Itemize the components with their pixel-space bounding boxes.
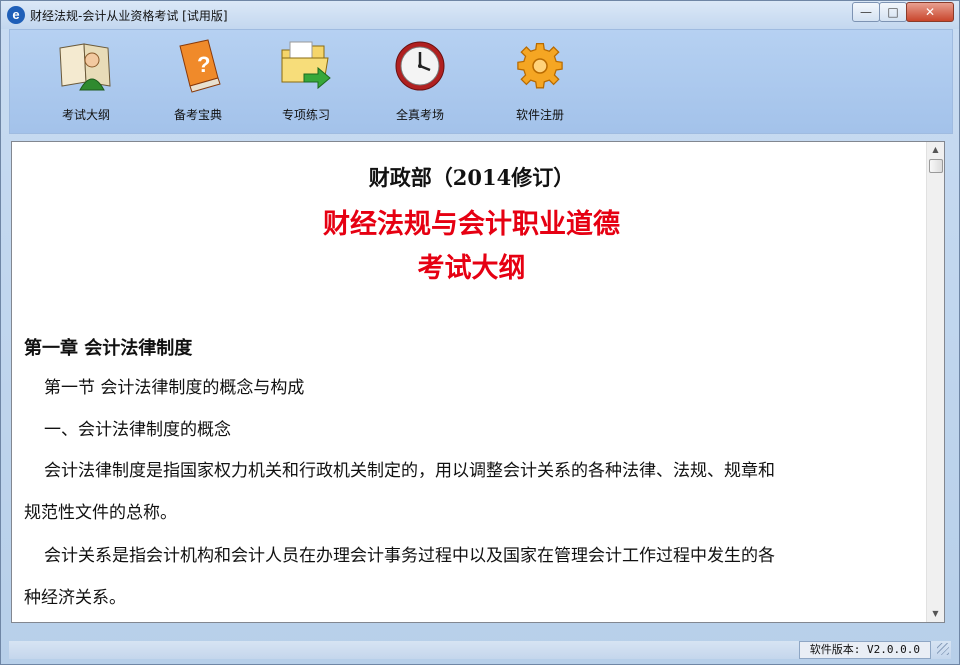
toolbar-label: 备考宝典 (173, 108, 222, 122)
gear-icon (517, 42, 563, 89)
svg-text:?: ? (197, 52, 210, 77)
doc-paragraph-line: 会计法律制度是指国家权力机关和行政机关制定的，用以调整会计关系的各种法律、法规、… (44, 461, 775, 481)
clock-icon (395, 41, 445, 91)
toolbar-register[interactable]: 软件注册 (500, 36, 580, 122)
version-label: 软件版本: V2.0.0.0 (798, 641, 931, 659)
doc-heading-subtitle: 考试大纲 (417, 253, 526, 284)
toolbar-practice[interactable]: 专项练习 (266, 36, 346, 122)
toolbar-label: 专项练习 (281, 108, 330, 122)
close-button[interactable]: ✕ (906, 2, 954, 22)
toolbar-exam-outline[interactable]: 考试大纲 (46, 36, 126, 122)
folder-arrow-icon (281, 41, 331, 90)
app-window: e 财经法规-会计从业资格考试 [试用版] — □ ✕ 考试大纲 ? 备考宝典 (0, 0, 960, 665)
app-logo-icon: e (7, 6, 25, 24)
main-toolbar: 考试大纲 ? 备考宝典 专项练习 全真考场 软件注册 (9, 29, 953, 134)
doc-section-title: 第一节 会计法律制度的概念与构成 (44, 378, 305, 398)
toolbar-label: 考试大纲 (61, 108, 110, 122)
doc-chapter-title: 第一章 会计法律制度 (24, 338, 193, 359)
minimize-button[interactable]: — (852, 2, 880, 22)
toolbar-study-guide[interactable]: ? 备考宝典 (158, 36, 238, 122)
vertical-scrollbar[interactable]: ▲ ▼ (926, 142, 944, 622)
window-title: 财经法规-会计从业资格考试 [试用版] (30, 9, 228, 23)
doc-paragraph-line: 会计关系是指会计机构和会计人员在办理会计事务过程中以及国家在管理会计工作过程中发… (44, 546, 775, 566)
toolbar-label: 全真考场 (395, 108, 444, 122)
scroll-thumb[interactable] (929, 159, 943, 173)
document-viewer[interactable]: 财政部（2014修订） 财经法规与会计职业道德 考试大纲 第一章 会计法律制度 … (11, 141, 945, 623)
question-book-icon: ? (179, 39, 221, 93)
doc-heading-title: 财经法规与会计职业道德 (323, 209, 620, 240)
toolbar-label: 软件注册 (515, 108, 564, 122)
toolbar-mock-exam[interactable]: 全真考场 (380, 36, 460, 122)
title-bar[interactable]: e 财经法规-会计从业资格考试 [试用版] — □ ✕ (1, 1, 959, 29)
doc-paragraph-line: 规范性文件的总称。 (24, 503, 177, 523)
scroll-down-icon[interactable]: ▼ (927, 606, 944, 622)
doc-paragraph-line: 种经济关系。 (24, 588, 126, 608)
book-person-icon (59, 43, 111, 91)
status-bar: 软件版本: V2.0.0.0 (9, 641, 951, 659)
maximize-button[interactable]: □ (879, 2, 907, 22)
doc-heading-publisher: 财政部（2014修订） (368, 165, 575, 190)
scroll-up-icon[interactable]: ▲ (927, 142, 944, 158)
resize-grip-icon[interactable] (937, 643, 949, 655)
doc-subsection-title: 一、会计法律制度的概念 (44, 420, 231, 440)
document-body: 财政部（2014修订） 财经法规与会计职业道德 考试大纲 第一章 会计法律制度 … (24, 142, 919, 622)
